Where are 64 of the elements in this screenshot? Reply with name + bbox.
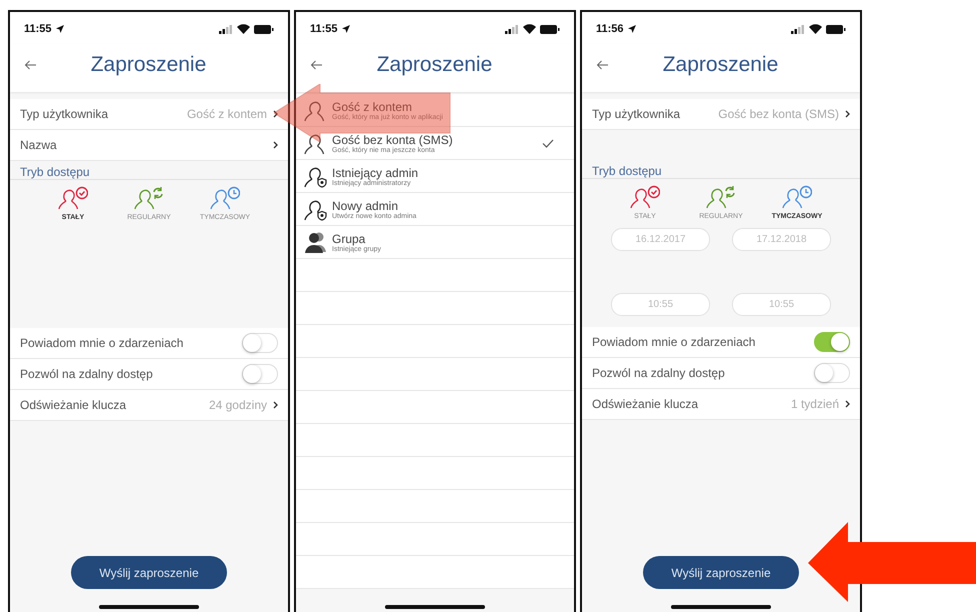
- row-value: Gość bez konta (SMS): [718, 107, 839, 121]
- chevron-icon: [845, 110, 850, 118]
- row-label: Odświeżanie klucza: [20, 398, 126, 412]
- battery-icon: [540, 24, 560, 34]
- back-arrow-icon[interactable]: [596, 60, 609, 70]
- option-title: Grupa: [332, 232, 366, 246]
- screen-title: Zaproszenie: [90, 53, 208, 77]
- chevron-icon: [273, 401, 278, 409]
- person-badge-icon: [210, 186, 240, 210]
- person-badge-icon: [782, 185, 812, 209]
- row-label: Odświeżanie klucza: [592, 397, 698, 411]
- screen-title: Zaproszenie: [376, 53, 494, 77]
- send-invitation-button[interactable]: Wyślij zaproszenie: [71, 556, 227, 589]
- location-arrow-icon: [56, 25, 64, 33]
- screen-title: Zaproszenie: [662, 53, 780, 77]
- list-row[interactable]: Typ użytkownika Gość bez konta (SMS): [582, 99, 860, 130]
- row-label: Typ użytkownika: [20, 107, 108, 121]
- row-label: Powiadom mnie o zdarzeniach: [592, 335, 756, 349]
- toggle-switch[interactable]: [814, 363, 850, 383]
- row-value: 1 tydzień: [790, 397, 839, 411]
- toggle-switch[interactable]: [242, 364, 278, 384]
- send-invitation-button[interactable]: Wyślij zaproszenie: [643, 556, 799, 589]
- signal-icon: [505, 24, 519, 34]
- toggle-switch[interactable]: [814, 332, 850, 352]
- option-title: Istniejący admin: [332, 166, 418, 180]
- signal-icon: [791, 24, 805, 34]
- row-label: Powiadom mnie o zdarzeniach: [20, 336, 184, 350]
- status-time: 11:55: [310, 23, 338, 35]
- signal-icon: [219, 24, 233, 34]
- toggle-switch[interactable]: [242, 333, 278, 353]
- row-label: Nazwa: [20, 138, 57, 152]
- chevron-icon: [273, 141, 278, 149]
- list-row[interactable]: Nazwa: [10, 130, 288, 161]
- location-arrow-icon: [628, 25, 636, 33]
- person-badge-icon: [134, 186, 164, 210]
- row-label: Pozwól na zdalny dostęp: [592, 366, 725, 380]
- battery-icon: [254, 24, 274, 34]
- section-header: Tryb dostępu: [20, 165, 90, 179]
- back-arrow-icon[interactable]: [24, 60, 37, 70]
- row-label: Pozwól na zdalny dostęp: [20, 367, 153, 381]
- row-label: Typ użytkownika: [592, 107, 680, 121]
- wifi-icon: [237, 24, 250, 34]
- option-title: Gość bez konta (SMS): [332, 132, 453, 146]
- person-badge-icon: [630, 185, 660, 209]
- chevron-icon: [273, 110, 278, 118]
- chevron-icon: [845, 400, 850, 408]
- battery-icon: [826, 24, 846, 34]
- person-badge-icon: [706, 185, 736, 209]
- section-header: Tryb dostępu: [592, 164, 662, 178]
- back-arrow-icon[interactable]: [310, 60, 323, 70]
- person-badge-icon: [58, 186, 88, 210]
- option-title: Gość z kontem: [332, 100, 414, 114]
- list-row[interactable]: Typ użytkownika Gość z kontem: [10, 99, 288, 130]
- wifi-icon: [523, 24, 536, 34]
- list-row[interactable]: Odświeżanie klucza 24 godziny: [10, 390, 288, 421]
- option-title: Nowy admin: [332, 198, 400, 212]
- status-time: 11:56: [596, 23, 624, 35]
- status-time: 11:55: [24, 23, 52, 35]
- row-value: Gość z kontem: [186, 107, 267, 121]
- wifi-icon: [809, 24, 822, 34]
- group-icon: [304, 230, 328, 254]
- list-row[interactable]: Odświeżanie klucza 1 tydzień: [582, 389, 860, 420]
- row-value: 24 godziny: [208, 398, 267, 412]
- location-arrow-icon: [342, 25, 350, 33]
